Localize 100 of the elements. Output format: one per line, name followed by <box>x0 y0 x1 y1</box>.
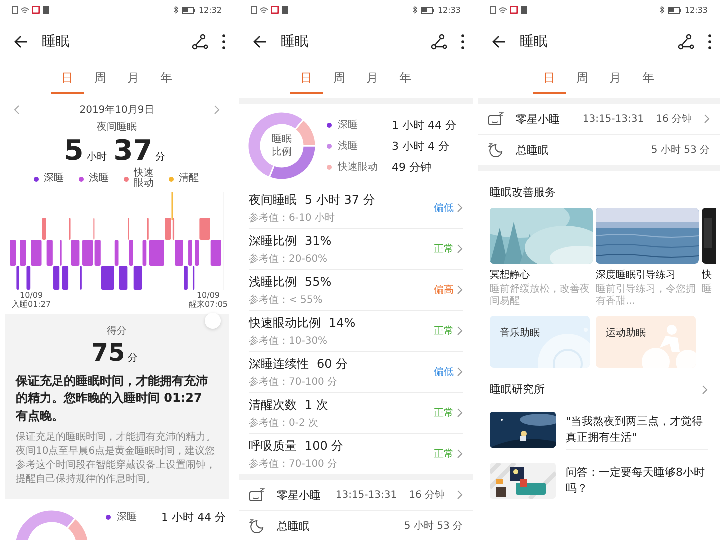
legend-label: 快速眼动 <box>338 160 379 174</box>
legend-value: 1 小时 44 分 <box>392 118 456 132</box>
period-tab[interactable]: 周 <box>323 64 356 94</box>
metric-value: 5 小时 37 分 <box>305 192 376 208</box>
metric-value: 60 分 <box>317 356 348 372</box>
period-tab[interactable]: 年 <box>389 64 422 94</box>
minutes-value: 37 <box>114 134 153 167</box>
nodes-icon[interactable] <box>192 34 208 50</box>
row-label: 总睡眠 <box>277 518 311 534</box>
battery-icon <box>668 6 682 14</box>
battery-icon <box>420 6 435 14</box>
duration-text: 16 分钟 <box>409 488 445 502</box>
back-icon[interactable] <box>492 35 506 49</box>
more-icon[interactable] <box>222 34 226 50</box>
section-title: 睡眠改善服务 <box>490 185 557 200</box>
article-title[interactable]: 问答：一定要每天睡够8小时吗？ <box>566 462 708 500</box>
screen-title: 睡眠 <box>281 33 310 51</box>
reference-text: 参考值：70-100 分 <box>249 376 339 388</box>
period-tab[interactable]: 周 <box>566 64 599 94</box>
moon-icon <box>488 143 504 157</box>
battery-icon <box>182 6 196 14</box>
chevron-icon[interactable] <box>457 326 463 336</box>
donut-center-label: 睡眠比例 <box>272 133 292 159</box>
row-label: 零星小睡 <box>516 112 561 126</box>
sim-icon <box>490 6 496 14</box>
bluetooth-icon <box>660 6 665 14</box>
status-time: 12:33 <box>438 6 461 14</box>
nodes-icon[interactable] <box>431 34 447 50</box>
score-value: 75 <box>92 339 126 367</box>
sd-card-icon <box>43 6 49 14</box>
card-title[interactable]: 冥想静心 <box>490 268 590 282</box>
period-tab[interactable]: 年 <box>632 64 665 94</box>
chevron-icon[interactable] <box>704 114 710 124</box>
nap-icon <box>488 112 504 126</box>
card-title[interactable]: 快 <box>702 268 716 282</box>
chevron-icon[interactable] <box>457 367 463 377</box>
period-tab[interactable]: 年 <box>150 64 183 94</box>
wake-time-label: 10/09 醒来07:05 <box>188 292 228 311</box>
card-subtitle: 睡前引导练习，令您拥有香甜... <box>596 284 696 308</box>
notification-icon <box>32 6 40 14</box>
chevron-icon[interactable] <box>457 408 463 418</box>
period-tab[interactable]: 月 <box>117 64 150 94</box>
period-tab[interactable]: 月 <box>599 64 632 94</box>
sleep-stage-bar <box>210 240 222 266</box>
period-tab[interactable]: 日 <box>290 64 323 94</box>
wifi-icon <box>21 6 29 14</box>
duration-text: 5 小时 53 分 <box>404 520 463 533</box>
bluetooth-icon <box>174 6 179 14</box>
chevron-icon[interactable] <box>457 203 463 213</box>
legend-label: 快速眼动 <box>134 168 155 190</box>
legend-value: 1 小时 44 分 <box>162 510 226 525</box>
nap-icon <box>249 488 265 502</box>
more-icon[interactable] <box>461 34 465 50</box>
more-icon[interactable] <box>708 34 712 50</box>
duration-text: 16 分钟 <box>656 112 692 126</box>
reference-text: 参考值：20-60% <box>249 252 329 266</box>
status-text: 偏高 <box>434 284 454 297</box>
chevron-icon[interactable] <box>457 490 463 500</box>
screen-title: 睡眠 <box>520 33 549 51</box>
article-title[interactable]: "当我熬夜到两三点，才觉得真正拥有生活" <box>566 411 708 450</box>
legend-label: 深睡 <box>117 510 137 524</box>
chevron-icon[interactable] <box>457 449 463 459</box>
period-tab[interactable]: 日 <box>533 64 566 94</box>
chevron-icon[interactable] <box>457 285 463 295</box>
next-icon[interactable] <box>214 105 220 115</box>
metric-title: 快速眼动比例 <box>249 314 321 332</box>
status-text: 正常 <box>434 448 454 461</box>
status-time: 12:32 <box>198 6 222 14</box>
service-tile[interactable]: 运动助眠 <box>596 316 696 368</box>
chevron-icon[interactable] <box>457 244 463 254</box>
metric-value: 55% <box>305 274 332 288</box>
reference-text: 参考值：10-30% <box>249 334 329 348</box>
row-label: 总睡眠 <box>516 142 550 158</box>
period-tab[interactable]: 周 <box>84 64 117 94</box>
back-icon[interactable] <box>253 35 267 49</box>
sim-icon <box>251 6 257 14</box>
metric-title: 夜间睡眠 <box>249 192 297 208</box>
metric-title: 浅睡比例 <box>249 274 297 290</box>
sd-card-icon <box>521 6 527 14</box>
reference-text: 参考值：0-2 次 <box>249 416 320 430</box>
metric-title: 深睡比例 <box>249 232 297 250</box>
service-tile[interactable]: 音乐助眠 <box>490 316 590 368</box>
moon-icon <box>249 519 265 533</box>
previous-icon[interactable] <box>14 105 20 115</box>
back-icon[interactable] <box>14 35 28 49</box>
metric-title: 清醒次数 <box>249 396 297 414</box>
legend-label: 浅睡 <box>338 140 359 153</box>
legend-value: 3 小时 4 分 <box>392 138 450 154</box>
reference-text: 参考值：6-10 小时 <box>249 212 336 224</box>
nodes-icon[interactable] <box>678 34 694 50</box>
card-title[interactable]: 深度睡眠引导练习 <box>596 268 696 282</box>
chevron-icon[interactable] <box>702 384 708 394</box>
metric-value: 100 分 <box>305 438 344 454</box>
screen-title: 睡眠 <box>42 33 71 51</box>
period-tab[interactable]: 日 <box>51 64 84 94</box>
period-tab[interactable]: 月 <box>356 64 389 94</box>
metric-value: 14% <box>329 316 356 330</box>
legend-label: 浅睡 <box>89 174 110 184</box>
timeline-handle[interactable] <box>205 313 221 329</box>
row-label: 零星小睡 <box>277 488 322 502</box>
